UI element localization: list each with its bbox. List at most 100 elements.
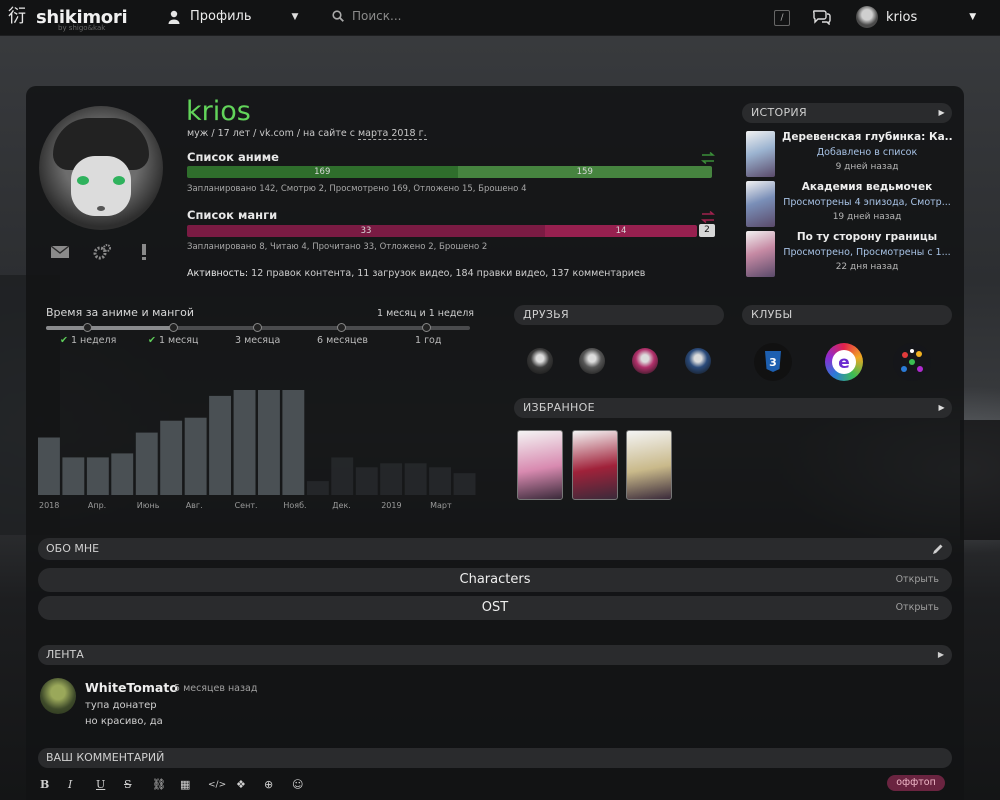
spoiler-open-link[interactable]: Открыть [896,568,939,592]
timeline-label-text: 1 неделя [70,335,117,346]
chart-bar[interactable] [111,453,134,495]
anime-bar-segment-watched[interactable]: 169 [187,166,458,178]
feed-section-header[interactable]: ЛЕНТА ▶ [38,645,952,665]
chart-bar[interactable] [160,420,183,495]
activity-text: 12 правок контента, 11 загрузок видео, 1… [248,268,646,279]
timeline-label: ✔ 1 месяц [148,335,198,346]
manga-bar-end-count: 2 [699,224,715,237]
manga-list-title[interactable]: Список манги [187,208,277,222]
chevron-right-icon: ▶ [938,403,945,412]
checkmark-icon: ✔ [148,335,156,346]
svg-text:3: 3 [769,356,777,369]
favorite-character-card[interactable] [626,430,672,500]
swap-arrows-icon[interactable] [701,211,715,223]
anime-poster[interactable] [746,131,775,177]
profile-avatar[interactable] [39,106,163,230]
comment-time[interactable]: 5 месяцев назад [174,683,257,694]
insert-button[interactable]: ⊕ [264,778,292,791]
chart-bar[interactable] [209,395,231,495]
anime-poster[interactable] [746,231,775,277]
history-item[interactable]: По ту сторону границы Просмотрено, Просм… [746,231,952,279]
chart-bar[interactable] [258,390,280,495]
gears-icon[interactable] [92,243,112,261]
chart-bar[interactable] [38,437,60,496]
anime-list-title[interactable]: Список аниме [187,150,279,164]
favorite-character-card[interactable] [572,430,618,500]
clubs-title: КЛУБЫ [751,308,793,321]
friend-avatar[interactable] [632,348,658,374]
upload-button[interactable]: ❖ [236,778,264,791]
pencil-icon[interactable] [932,543,944,555]
search-placeholder: Поиск... [352,9,402,23]
history-item[interactable]: Деревенская глубинка: Ка... Добавлено в … [746,131,952,179]
spoiler-block[interactable]: OST Открыть [38,596,952,620]
smiley-button[interactable]: ☺ [292,778,320,791]
search-input[interactable]: Поиск... [332,9,401,23]
chevron-right-icon: ▶ [938,108,945,117]
chart-bar[interactable] [62,457,85,495]
anime-poster[interactable] [746,181,775,227]
offtopic-toggle[interactable]: оффтоп [887,775,945,791]
club-avatar[interactable]: 3 [754,343,792,381]
history-item-title[interactable]: Академия ведьмочек [782,181,952,193]
comment-author-name[interactable]: WhiteTomato [85,680,178,695]
friend-avatar[interactable] [685,348,711,374]
clubs-section-header[interactable]: КЛУБЫ [742,305,952,325]
profile-menu-button[interactable]: Профиль ▼ [168,9,298,24]
timeline-label: ✔ 1 неделя [60,335,116,346]
chart-bar-ghost [453,473,476,495]
friends-title: ДРУЗЬЯ [523,308,569,321]
css3-icon: 3 [765,351,781,372]
underline-button[interactable]: U [96,778,124,791]
anime-list-bar[interactable]: 169 159 [187,166,712,178]
chart-tick-label: Нояб. [283,501,306,510]
chart-bar[interactable] [282,390,305,495]
chart-tick-label: 2019 [381,501,401,510]
time-spent-value: 1 месяц и 1 неделя [377,308,475,319]
anime-bar-segment-planned[interactable]: 159 [457,166,712,178]
chat-bubbles-icon[interactable] [813,9,831,25]
chart-bar-ghost [355,467,378,495]
timeline-fill [46,326,176,330]
about-title: ОБО МНЕ [46,542,100,555]
strikethrough-button[interactable]: S [124,778,152,791]
chart-tick-label: Дек. [332,501,351,510]
chart-bar[interactable] [135,432,158,495]
manga-list-bar[interactable]: 33 14 [187,225,697,237]
comment-text-line: тупа донатер [85,700,157,711]
link-button[interactable]: ⛓ [152,778,180,791]
code-button[interactable]: </> [208,780,236,790]
spoiler-block[interactable]: Characters Открыть [38,568,952,592]
comment-author-avatar[interactable] [40,678,76,714]
history-item[interactable]: Академия ведьмочек Просмотрены 4 эпизода… [746,181,952,229]
e-letter-icon: e [832,350,856,374]
spoiler-open-link[interactable]: Открыть [896,596,939,620]
history-item-title[interactable]: По ту сторону границы [782,231,952,243]
profile-info-text: муж / 17 лет / vk.com / на сайте с [187,128,358,139]
favorites-section-header[interactable]: ИЗБРАННОЕ ▶ [514,398,952,418]
bold-button[interactable]: B [40,778,68,791]
friend-avatar[interactable] [579,348,605,374]
history-item-title[interactable]: Деревенская глубинка: Ка... [782,131,952,143]
friend-avatar[interactable] [527,348,553,374]
activity-label: Активность: [187,268,249,279]
favorite-character-card[interactable] [517,430,563,500]
envelope-icon[interactable] [50,243,70,261]
search-shortcut-key: / [774,10,790,26]
chart-bar[interactable] [86,457,109,495]
user-menu-button[interactable]: krios ▼ [856,6,976,28]
chart-bar[interactable] [233,390,256,495]
comment-title: ВАШ КОММЕНТАРИЙ [46,751,165,764]
italic-button[interactable]: I [68,778,96,791]
manga-bar-segment-read[interactable]: 33 [187,225,546,237]
history-section-header[interactable]: ИСТОРИЯ ▶ [742,103,952,123]
image-button[interactable]: ▦ [180,778,208,791]
club-avatar[interactable]: e [825,343,863,381]
swap-arrows-icon[interactable] [701,152,715,164]
exclamation-icon[interactable] [134,243,154,261]
friends-section-header[interactable]: ДРУЗЬЯ [514,305,724,325]
time-spent-title: Время за аниме и мангой [46,306,194,319]
club-avatar[interactable] [893,343,931,381]
chart-bar[interactable] [184,417,207,495]
manga-bar-segment-planned[interactable]: 14 [545,225,697,237]
